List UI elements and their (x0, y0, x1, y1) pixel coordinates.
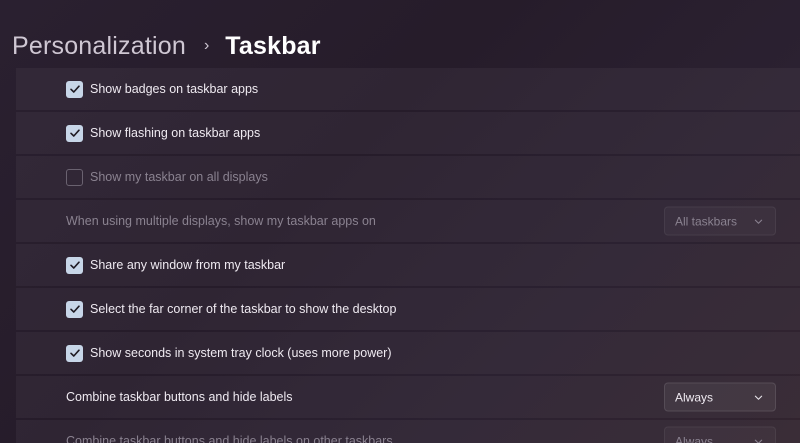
multiple-displays-dropdown-value: All taskbars (675, 214, 738, 228)
combine-buttons-dropdown-value: Always (675, 390, 714, 404)
show-flashing-checkbox[interactable] (66, 124, 83, 142)
breadcrumb-separator-icon: › (203, 37, 210, 54)
all-displays-checkbox (66, 168, 83, 186)
setting-row-multiple-displays: When using multiple displays, show my ta… (16, 200, 800, 242)
checkmark-icon (69, 85, 80, 93)
setting-row-all-displays: Show my taskbar on all displays (16, 156, 800, 198)
setting-row-show-badges[interactable]: Show badges on taskbar apps (16, 68, 800, 110)
combine-other-label: Combine taskbar buttons and hide labels … (66, 434, 393, 443)
setting-row-far-corner[interactable]: Select the far corner of the taskbar to … (16, 288, 800, 330)
checkmark-icon (69, 129, 80, 137)
taskbar-behaviors-list: Show badges on taskbar apps Show flashin… (16, 68, 800, 443)
show-badges-checkbox[interactable] (66, 80, 83, 98)
far-corner-checkbox[interactable] (66, 300, 83, 318)
checkmark-icon (69, 305, 80, 313)
combine-buttons-label: Combine taskbar buttons and hide labels (66, 390, 293, 404)
show-flashing-label: Show flashing on taskbar apps (90, 126, 261, 140)
breadcrumb: Personalization › Taskbar (12, 28, 321, 64)
chevron-down-icon (754, 439, 763, 443)
show-seconds-label: Show seconds in system tray clock (uses … (90, 346, 392, 360)
page-title: Taskbar (225, 31, 321, 60)
combine-other-dropdown: Always (664, 426, 776, 443)
chevron-down-icon (754, 219, 763, 224)
setting-row-combine-other: Combine taskbar buttons and hide labels … (16, 420, 800, 443)
multiple-displays-dropdown: All taskbars (664, 206, 776, 236)
breadcrumb-personalization[interactable]: Personalization (12, 32, 186, 61)
checkmark-icon (69, 261, 80, 269)
combine-buttons-dropdown[interactable]: Always (664, 382, 776, 412)
setting-row-show-flashing[interactable]: Show flashing on taskbar apps (16, 112, 800, 154)
far-corner-label: Select the far corner of the taskbar to … (90, 302, 397, 316)
setting-row-combine-buttons: Combine taskbar buttons and hide labels … (16, 376, 800, 418)
all-displays-label: Show my taskbar on all displays (90, 170, 268, 184)
setting-row-share-window[interactable]: Share any window from my taskbar (16, 244, 800, 286)
share-window-label: Share any window from my taskbar (90, 258, 286, 272)
show-badges-label: Show badges on taskbar apps (90, 82, 259, 96)
checkmark-icon (69, 349, 80, 357)
show-seconds-checkbox[interactable] (66, 344, 83, 362)
multiple-displays-label: When using multiple displays, show my ta… (66, 214, 376, 228)
setting-row-show-seconds[interactable]: Show seconds in system tray clock (uses … (16, 332, 800, 374)
chevron-down-icon (754, 395, 763, 400)
share-window-checkbox[interactable] (66, 256, 83, 274)
combine-other-dropdown-value: Always (675, 434, 714, 443)
